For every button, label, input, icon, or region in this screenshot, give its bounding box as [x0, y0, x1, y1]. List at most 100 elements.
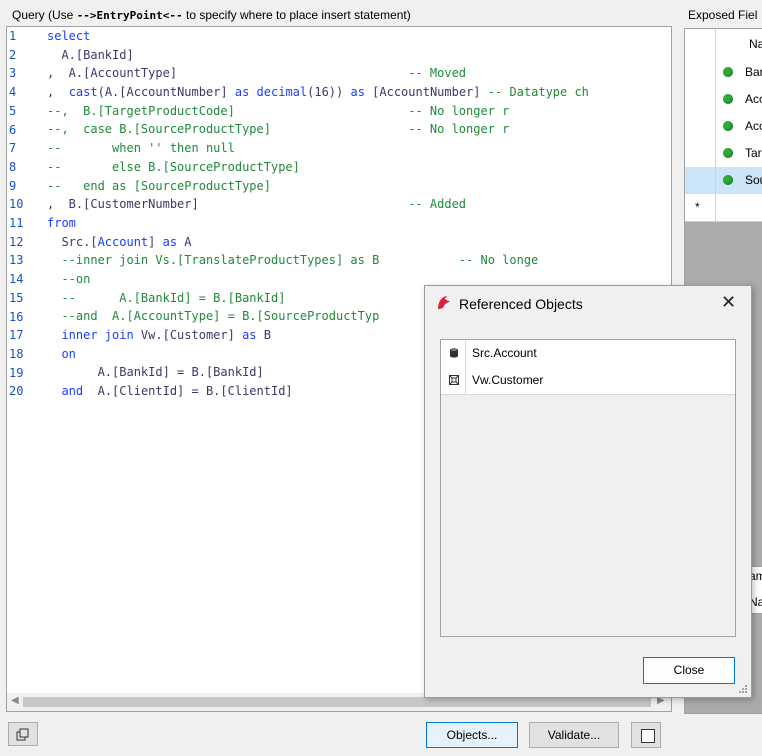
list-item[interactable]: Vw.Customer [441, 367, 735, 395]
line-number: 18 [9, 346, 24, 361]
status-dot-icon [723, 67, 733, 77]
status-dot-icon [723, 175, 733, 185]
code-token: from [47, 215, 76, 230]
resize-grip-icon[interactable] [737, 683, 749, 695]
code-token: -- Moved [408, 66, 467, 81]
grid-row[interactable]: Sou [685, 167, 762, 195]
line-number: 9 [9, 178, 17, 193]
code-token: --, case B.[SourceProductType] -- No lon… [47, 122, 510, 137]
close-icon[interactable]: ✕ [721, 292, 736, 313]
list-item-label: Vw.Customer [472, 373, 544, 387]
code-token: Account [97, 234, 149, 249]
code-line: select [47, 27, 589, 46]
scroll-left-icon[interactable]: ◀ [11, 695, 19, 706]
code-token: A.[BankId] [47, 47, 134, 62]
code-token: as [162, 234, 178, 249]
list-item[interactable]: Src.Account [441, 340, 735, 368]
scrollbar-thumb[interactable] [23, 697, 651, 707]
close-button[interactable]: Close [643, 657, 735, 684]
code-token: -- when '' then null [47, 141, 235, 156]
line-number: 10 [9, 197, 24, 212]
code-token: -- else B.[SourceProductType] [47, 159, 300, 174]
grid-cell-name: Tar [745, 146, 762, 160]
code-line: A.[BankId] [47, 46, 589, 65]
code-token: as [242, 328, 257, 342]
code-line: --, case B.[SourceProductType] -- No lon… [47, 120, 589, 139]
code-token: -- Datatype ch [487, 85, 589, 100]
checkbox-icon [641, 729, 655, 743]
line-number: 15 [9, 290, 24, 305]
code-line: -- end as [SourceProductType] [47, 177, 589, 196]
code-token: --inner join Vs.[TranslateProductTypes] … [47, 253, 539, 268]
code-token: A [177, 234, 192, 249]
code-token: A.[BankId] = B.[BankId] [47, 365, 264, 380]
checkbox-button[interactable] [631, 722, 661, 748]
code-token: --on [47, 271, 91, 286]
line-number: 8 [9, 159, 17, 174]
code-token: --, B.[TargetProductCode] -- No longer r [47, 103, 510, 118]
grid-row[interactable]: Tar [685, 140, 762, 168]
code-line: --, B.[TargetProductCode] -- No longer r [47, 102, 589, 121]
grid-new-row[interactable]: * [685, 194, 762, 222]
grid-header-name: Na [749, 37, 762, 51]
objects-button[interactable]: Objects... [426, 722, 518, 748]
line-number: 1 [9, 29, 17, 43]
line-number: 2 [9, 47, 17, 62]
code-token: -- A.[BankId] = B.[BankId] [47, 290, 286, 305]
code-token: (16)) [307, 85, 351, 100]
code-line: , cast(A.[AccountNumber] as decimal(16))… [47, 83, 589, 102]
grid-row[interactable]: Acc [685, 86, 762, 114]
code-token: on [61, 346, 76, 361]
referenced-objects-dialog: Referenced Objects ✕ Src.Account Vw.Cust… [424, 285, 752, 698]
grid-row[interactable]: Bar [685, 59, 762, 87]
code-token: Vw.[Customer] [133, 328, 243, 342]
line-number: 12 [9, 234, 24, 249]
dialog-title: Referenced Objects [459, 296, 583, 312]
code-line: , B.[CustomerNumber] -- Added [47, 195, 589, 214]
code-token: (A.[AccountNumber] [97, 85, 235, 100]
line-number: 5 [9, 103, 17, 118]
line-number: 20 [9, 384, 24, 399]
line-number: 7 [9, 141, 17, 156]
code-token: and [61, 384, 84, 399]
status-dot-icon [723, 94, 733, 104]
code-token: Src.[ [47, 234, 98, 249]
referenced-objects-list[interactable]: Src.Account Vw.Customer [440, 339, 736, 637]
app-logo-icon [438, 296, 450, 309]
line-number: 4 [9, 85, 17, 100]
grid-row[interactable]: Acc [685, 113, 762, 141]
code-token: as [350, 85, 365, 100]
code-line: -- when '' then null [47, 139, 589, 158]
code-token: [AccountNumber] [364, 85, 488, 100]
restore-window-button[interactable] [8, 722, 38, 746]
code-line: from [47, 214, 589, 233]
table-icon [450, 348, 458, 358]
line-number: 3 [9, 66, 17, 81]
code-token: inner join [61, 328, 134, 342]
grid-cell-name: Acc [745, 92, 762, 106]
line-number-gutter: 1 2 3 4 5 6 7 8 9 10 11 12 13 14 15 16 17 18 19 20 [7, 27, 39, 711]
code-token: --and A.[AccountType] = B.[SourceProduct… [47, 309, 380, 324]
line-number: 6 [9, 122, 17, 137]
code-token: cast [68, 85, 98, 100]
validate-button[interactable]: Validate... [529, 722, 619, 748]
restore-icon [16, 728, 29, 741]
code-token: as decimal [234, 85, 308, 100]
view-icon [449, 375, 459, 385]
code-token: -- Added [408, 197, 467, 212]
code-token: B [256, 328, 271, 342]
line-number: 19 [9, 365, 24, 380]
code-token: select [47, 29, 91, 43]
code-token: , A.[AccountType] [47, 66, 409, 81]
query-group-label: Query (Use -->EntryPoint<-- to specify w… [12, 8, 411, 22]
grid-cell-name: Sou [745, 173, 762, 187]
code-token: -- end as [SourceProductType] [47, 178, 271, 193]
code-line: , A.[AccountType] -- Moved [47, 64, 589, 83]
exposed-fields-label: Exposed Fiel [688, 8, 758, 22]
code-token: , [47, 85, 69, 100]
grid-header: Na [685, 29, 762, 60]
status-dot-icon [723, 121, 733, 131]
code-token: A.[ClientId] = B.[ClientId] [83, 384, 293, 399]
